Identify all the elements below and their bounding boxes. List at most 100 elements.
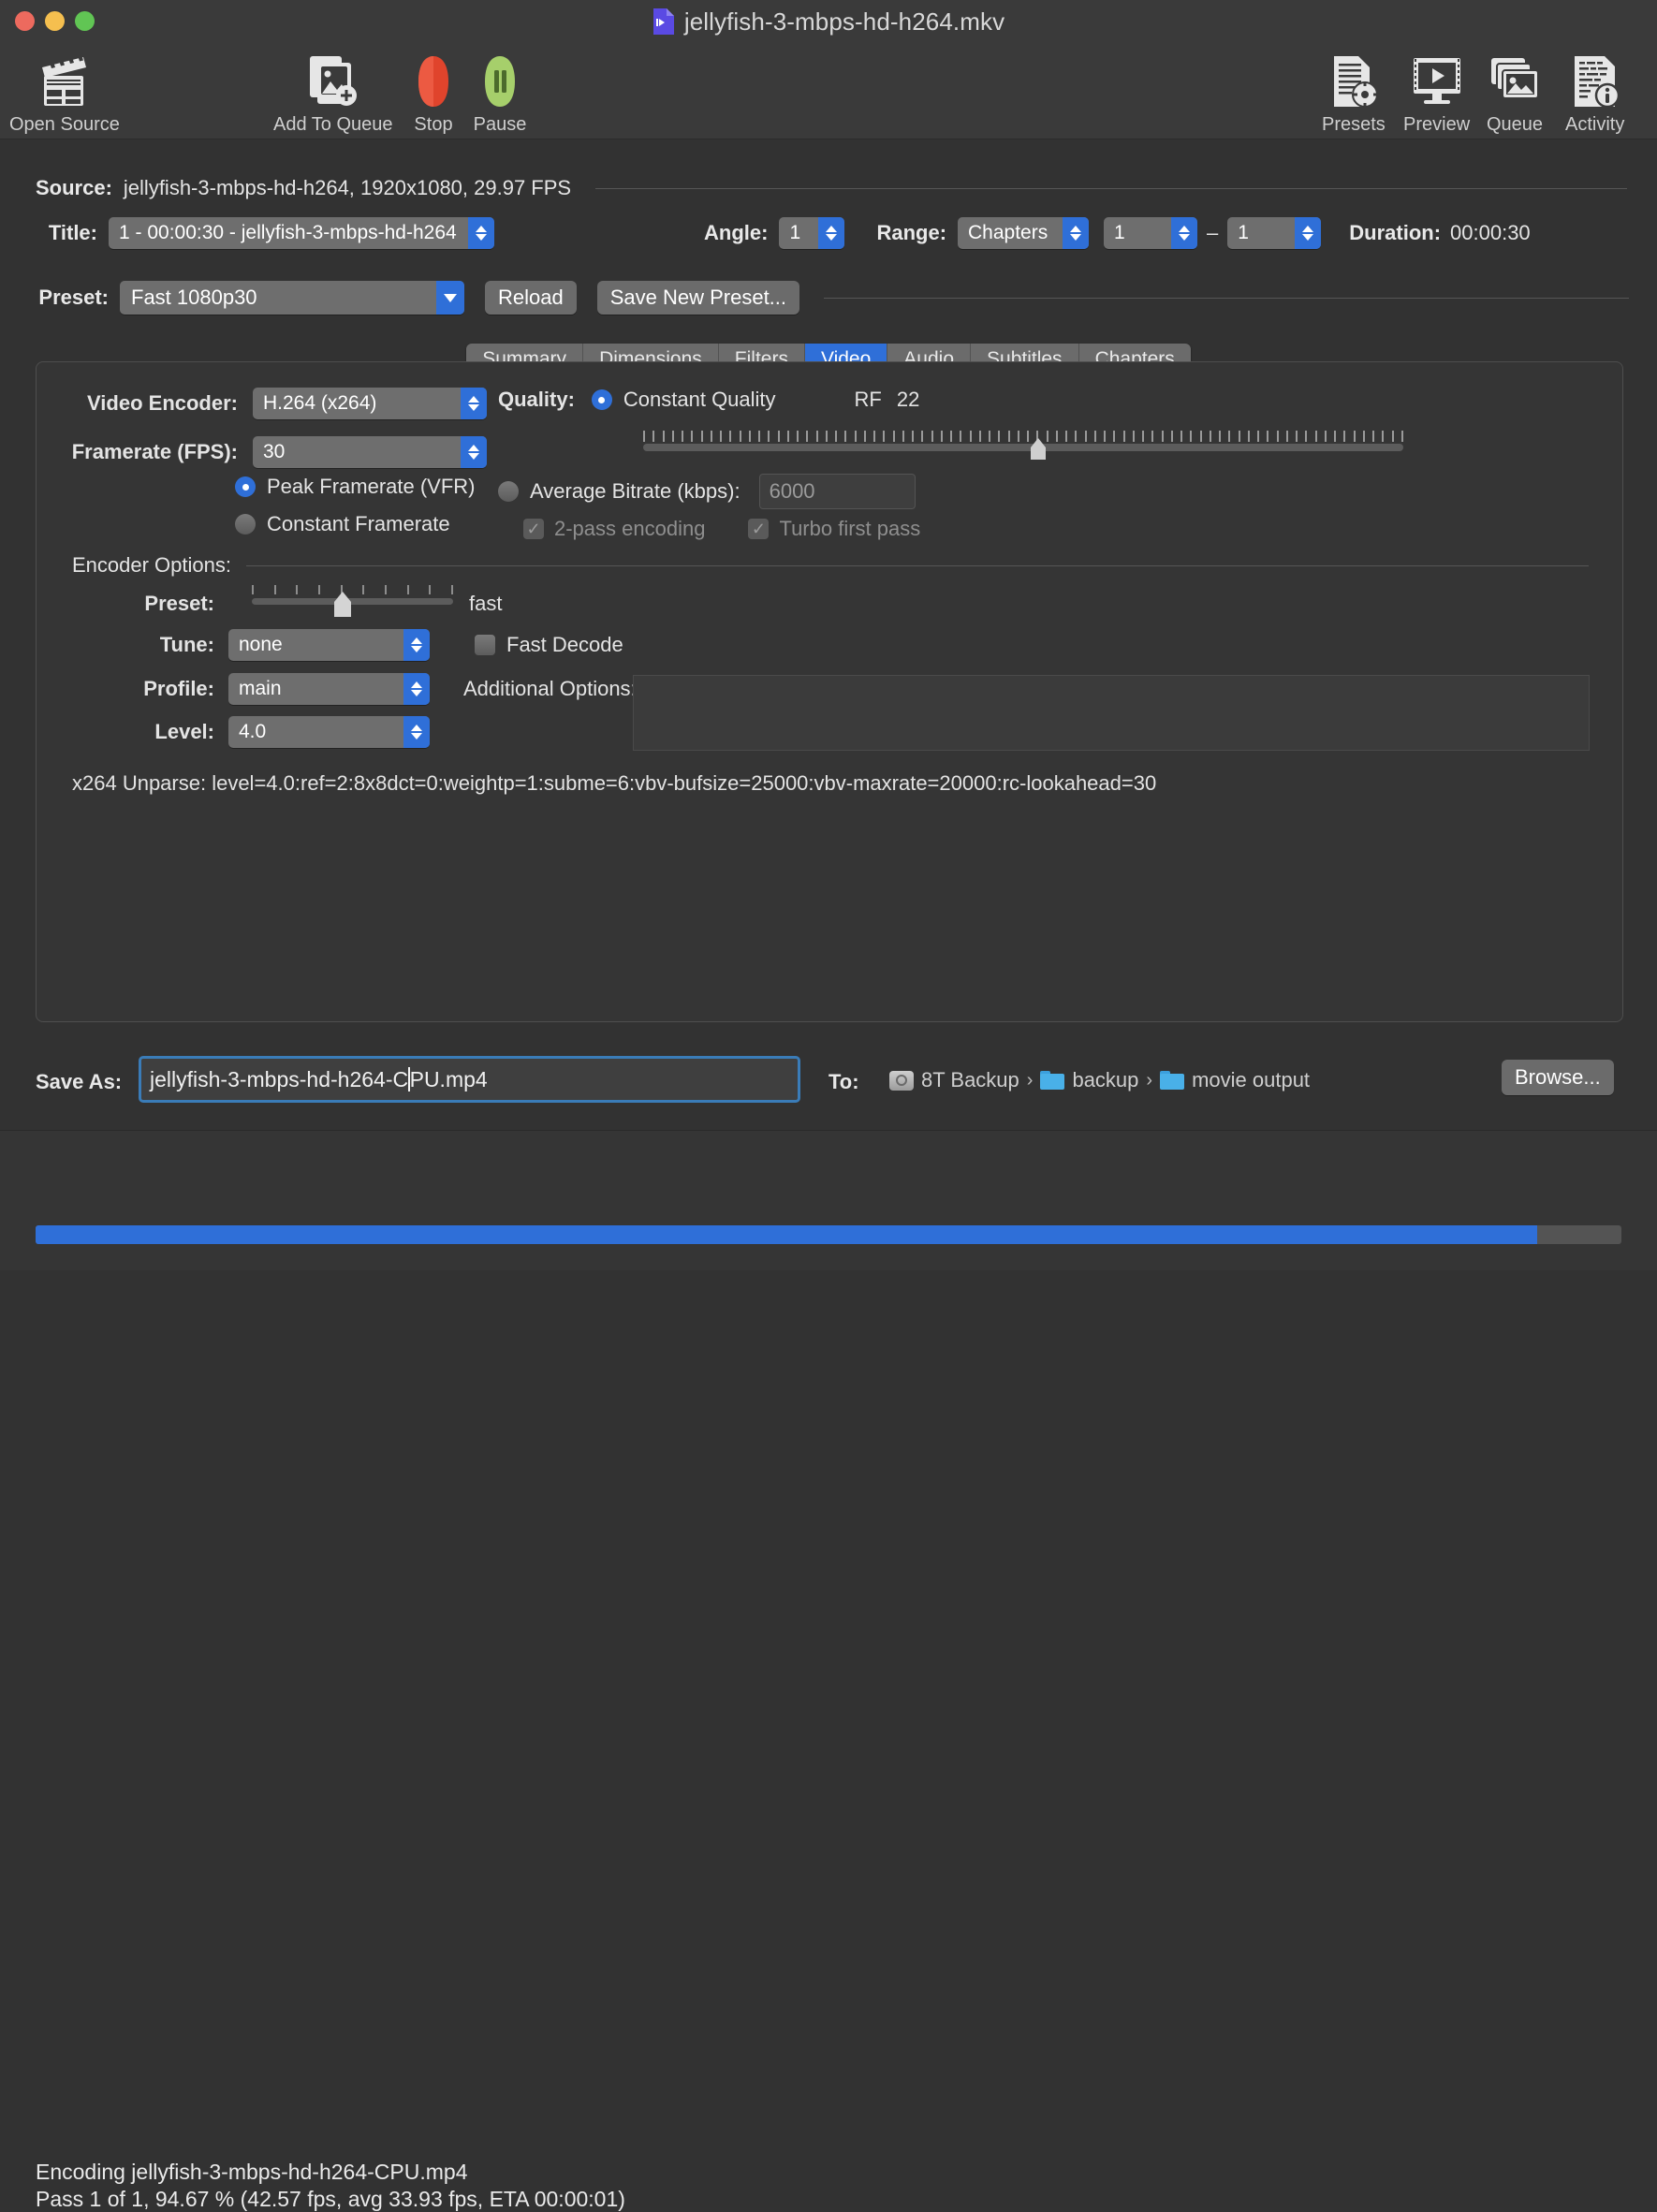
- breadcrumb-item-backup[interactable]: backup: [1072, 1068, 1138, 1092]
- peak-framerate-label: Peak Framerate (VFR): [267, 475, 476, 498]
- range-end-popup[interactable]: 1: [1227, 217, 1322, 249]
- breadcrumb-separator: ›: [1026, 1069, 1034, 1091]
- queue-label: Queue: [1487, 114, 1544, 135]
- level-arrows[interactable]: [403, 716, 430, 748]
- angle-range-row: Angle: 1 Range: Chapters 1 – 1 Duration:…: [704, 217, 1531, 249]
- encoder-preset-label: Preset:: [144, 592, 214, 615]
- tune-popup[interactable]: none: [228, 629, 430, 661]
- activity-button[interactable]: Activity: [1565, 51, 1624, 136]
- framerate-label: Framerate (FPS):: [71, 440, 238, 463]
- encoder-preset-slider[interactable]: [252, 585, 453, 617]
- video-encoder-popup[interactable]: H.264 (x264): [253, 388, 487, 419]
- reload-preset-button[interactable]: Reload: [485, 281, 577, 315]
- two-pass-label: 2-pass encoding: [554, 517, 706, 540]
- framerate-popup[interactable]: 30: [253, 436, 487, 468]
- preset-combo[interactable]: Fast 1080p30: [120, 281, 464, 315]
- activity-label: Activity: [1565, 114, 1625, 135]
- browse-button[interactable]: Browse...: [1502, 1060, 1614, 1095]
- open-source-label: Open Source: [9, 114, 120, 135]
- title-bar: jellyfish-3-mbps-hd-h264.mkv: [0, 0, 1657, 43]
- constant-framerate-radio[interactable]: [235, 514, 256, 535]
- save-as-label: Save As:: [36, 1070, 123, 1093]
- profile-popup[interactable]: main: [228, 673, 430, 705]
- mkv-document-icon: [653, 7, 675, 36]
- preview-label: Preview: [1403, 114, 1471, 135]
- profile-value: main: [239, 678, 282, 699]
- angle-stepper-arrows[interactable]: [818, 217, 845, 249]
- hard-drive-icon: [889, 1070, 914, 1091]
- average-bitrate-row: Average Bitrate (kbps): 6000: [498, 474, 916, 509]
- range-end-arrows[interactable]: [1295, 217, 1322, 249]
- status-bar: Encoding jellyfish-3-mbps-hd-h264-CPU.mp…: [0, 1130, 1657, 2211]
- angle-label: Angle:: [704, 221, 769, 244]
- film-clapper-icon: [37, 51, 93, 109]
- pause-button[interactable]: Pause: [473, 51, 527, 136]
- angle-popup[interactable]: 1: [779, 217, 845, 249]
- title-popup-value: 1 - 00:00:30 - jellyfish-3-mbps-hd-h264: [119, 222, 457, 243]
- tune-row: Tune: none Fast Decode: [37, 629, 1622, 661]
- video-encoder-arrows[interactable]: [461, 388, 487, 419]
- encoder-preset-value: fast: [469, 592, 503, 615]
- source-label: Source:: [36, 176, 112, 199]
- encoder-preset-thumb[interactable]: [332, 592, 353, 618]
- peak-framerate-radio[interactable]: [235, 476, 256, 497]
- chevron-down-icon[interactable]: [436, 281, 464, 315]
- additional-options-label: Additional Options:: [463, 677, 637, 700]
- window-title-group: jellyfish-3-mbps-hd-h264.mkv: [0, 0, 1657, 43]
- constant-framerate-label: Constant Framerate: [267, 512, 450, 535]
- rf-slider-thumb[interactable]: [1030, 438, 1047, 461]
- tune-label: Tune:: [159, 633, 214, 656]
- save-as-input[interactable]: jellyfish-3-mbps-hd-h264-C PU.mp4: [139, 1056, 800, 1103]
- level-popup[interactable]: 4.0: [228, 716, 430, 748]
- turbo-first-pass-checkbox[interactable]: ✓: [748, 519, 770, 539]
- activity-info-icon: [1568, 51, 1622, 109]
- title-row: Title: 1 - 00:00:30 - jellyfish-3-mbps-h…: [36, 217, 494, 249]
- presets-button[interactable]: Presets: [1322, 51, 1386, 136]
- range-start-popup[interactable]: 1: [1104, 217, 1198, 249]
- rf-label: RF: [854, 388, 882, 411]
- tune-value: none: [239, 634, 283, 655]
- preset-row: Preset: Fast 1080p30 Reload Save New Pre…: [36, 281, 1630, 315]
- fast-decode-checkbox[interactable]: [475, 635, 495, 655]
- open-source-button[interactable]: Open Source: [9, 51, 120, 136]
- title-popup[interactable]: 1 - 00:00:30 - jellyfish-3-mbps-hd-h264: [109, 217, 494, 249]
- breadcrumb-item-movie-output[interactable]: movie output: [1192, 1068, 1310, 1092]
- additional-options-value: [634, 676, 1589, 687]
- save-new-preset-button[interactable]: Save New Preset...: [596, 281, 800, 315]
- fast-decode-label: Fast Decode: [506, 633, 623, 656]
- source-row: Source: jellyfish-3-mbps-hd-h264, 1920x1…: [36, 176, 1627, 200]
- title-stepper-arrows[interactable]: [468, 217, 494, 249]
- framerate-arrows[interactable]: [461, 436, 487, 468]
- preview-button[interactable]: Preview: [1403, 51, 1470, 136]
- constant-quality-radio[interactable]: [591, 389, 612, 410]
- rf-slider-track: [643, 444, 1403, 451]
- destination-label: To:: [828, 1070, 859, 1093]
- profile-arrows[interactable]: [403, 673, 430, 705]
- two-pass-encoding-option[interactable]: ✓ 2-pass encoding ✓ Turbo first pass: [523, 517, 920, 541]
- tune-arrows[interactable]: [403, 629, 430, 661]
- add-to-queue-label: Add To Queue: [273, 114, 393, 135]
- two-pass-checkbox[interactable]: ✓: [523, 519, 544, 539]
- constant-framerate-option[interactable]: Constant Framerate: [235, 512, 450, 536]
- range-start-arrows[interactable]: [1171, 217, 1198, 249]
- quality-row: Quality: Constant Quality RF 22: [498, 388, 919, 412]
- folder-icon: [1160, 1071, 1185, 1090]
- duration-value: 00:00:30: [1450, 221, 1531, 244]
- rf-slider-ticks: [643, 431, 1403, 442]
- preset-value: Fast 1080p30: [131, 286, 257, 309]
- range-type-value: Chapters: [968, 222, 1048, 243]
- average-bitrate-value: 6000: [769, 479, 815, 503]
- queue-button[interactable]: Queue: [1487, 51, 1543, 136]
- rf-slider[interactable]: [643, 431, 1403, 461]
- add-to-queue-button[interactable]: Add To Queue: [273, 51, 393, 136]
- range-type-arrows[interactable]: [1063, 217, 1090, 249]
- average-bitrate-field[interactable]: 6000: [758, 474, 916, 509]
- peak-framerate-option[interactable]: Peak Framerate (VFR): [235, 475, 476, 499]
- breadcrumb-item-drive[interactable]: 8T Backup: [921, 1068, 1019, 1092]
- average-bitrate-radio[interactable]: [498, 481, 519, 502]
- status-line-1: Encoding jellyfish-3-mbps-hd-h264-CPU.mp…: [36, 2160, 468, 2184]
- x264-unparse-text: x264 Unparse: level=4.0:ref=2:8x8dct=0:w…: [72, 771, 1157, 795]
- range-type-popup[interactable]: Chapters: [958, 217, 1090, 249]
- stop-button[interactable]: Stop: [406, 51, 461, 136]
- source-value: jellyfish-3-mbps-hd-h264, 1920x1080, 29.…: [123, 176, 572, 199]
